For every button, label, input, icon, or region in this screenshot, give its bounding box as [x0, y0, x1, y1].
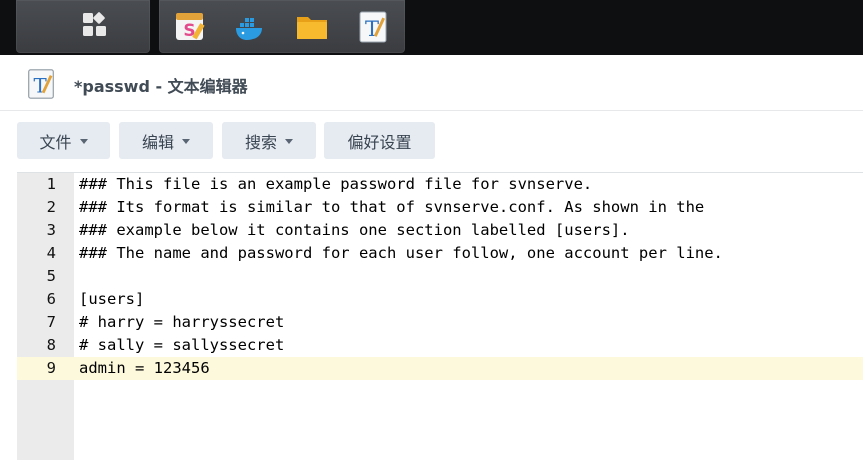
- line-text: [users]: [79, 290, 145, 308]
- line-number: 1: [46, 175, 56, 193]
- edit-menu-label: 编辑: [141, 132, 174, 152]
- folder-icon[interactable]: [294, 9, 330, 45]
- line-number: 7: [46, 313, 56, 331]
- window-titlebar[interactable]: T *passwd - 文本编辑器: [0, 55, 863, 111]
- line-number: 9: [17, 357, 56, 380]
- taskbar: S T: [0, 0, 863, 55]
- search-menu-button[interactable]: 搜索: [222, 122, 316, 159]
- code-line[interactable]: 5: [17, 265, 863, 288]
- caret-down-icon: [79, 139, 88, 144]
- window-title: *passwd - 文本编辑器: [74, 77, 248, 96]
- text-editor-icon[interactable]: T: [355, 9, 391, 45]
- caret-down-icon: [285, 139, 293, 144]
- text-editor-window: T *passwd - 文本编辑器 文件 编辑 搜索 偏好设置 1 ### Th…: [0, 55, 863, 460]
- taskbar-apps-group: S T: [159, 0, 405, 53]
- file-menu-label: 文件: [39, 132, 72, 152]
- docker-icon[interactable]: [232, 9, 268, 45]
- text-editor-icon: T: [24, 67, 58, 101]
- search-menu-label: 搜索: [244, 132, 277, 152]
- line-number: 2: [46, 198, 56, 216]
- preferences-button[interactable]: 偏好设置: [324, 122, 435, 159]
- line-text: ### Its format is similar to that of svn…: [79, 198, 705, 216]
- svg-text:T: T: [365, 17, 379, 41]
- line-number: 3: [46, 221, 56, 239]
- code-editor[interactable]: 1 ### This file is an example password f…: [17, 172, 863, 460]
- sketch-app-icon[interactable]: S: [172, 9, 208, 45]
- code-line[interactable]: 7 # harry = harryssecret: [17, 311, 863, 334]
- code-line[interactable]: 4 ### The name and password for each use…: [17, 242, 863, 265]
- line-text: ### This file is an example password fil…: [79, 175, 593, 193]
- line-text: # harry = harryssecret: [79, 313, 285, 331]
- code-line[interactable]: 2 ### Its format is similar to that of s…: [17, 196, 863, 219]
- line-number: 8: [46, 336, 56, 354]
- taskbar-menu-group: [16, 0, 150, 53]
- code-line[interactable]: 8 # sally = sallyssecret: [17, 334, 863, 357]
- edit-menu-button[interactable]: 编辑: [119, 122, 213, 159]
- code-line[interactable]: 6 [users]: [17, 288, 863, 311]
- code-line[interactable]: 3 ### example below it contains one sect…: [17, 219, 863, 242]
- svg-text:S: S: [183, 21, 195, 41]
- line-text: admin = 123456: [79, 359, 210, 377]
- line-text: ### The name and password for each user …: [79, 244, 723, 262]
- caret-down-icon: [182, 139, 190, 144]
- line-number: 6: [46, 290, 56, 308]
- active-code-line[interactable]: 9 admin = 123456: [17, 357, 863, 380]
- line-number: 5: [46, 267, 56, 285]
- line-text: ### example below it contains one sectio…: [79, 221, 630, 239]
- grid-menu-icon[interactable]: [77, 9, 113, 45]
- code-line[interactable]: 1 ### This file is an example password f…: [17, 173, 863, 196]
- line-text: # sally = sallyssecret: [79, 336, 285, 354]
- line-number: 4: [46, 244, 56, 262]
- file-menu-button[interactable]: 文件: [17, 122, 110, 159]
- preferences-label: 偏好设置: [347, 132, 412, 152]
